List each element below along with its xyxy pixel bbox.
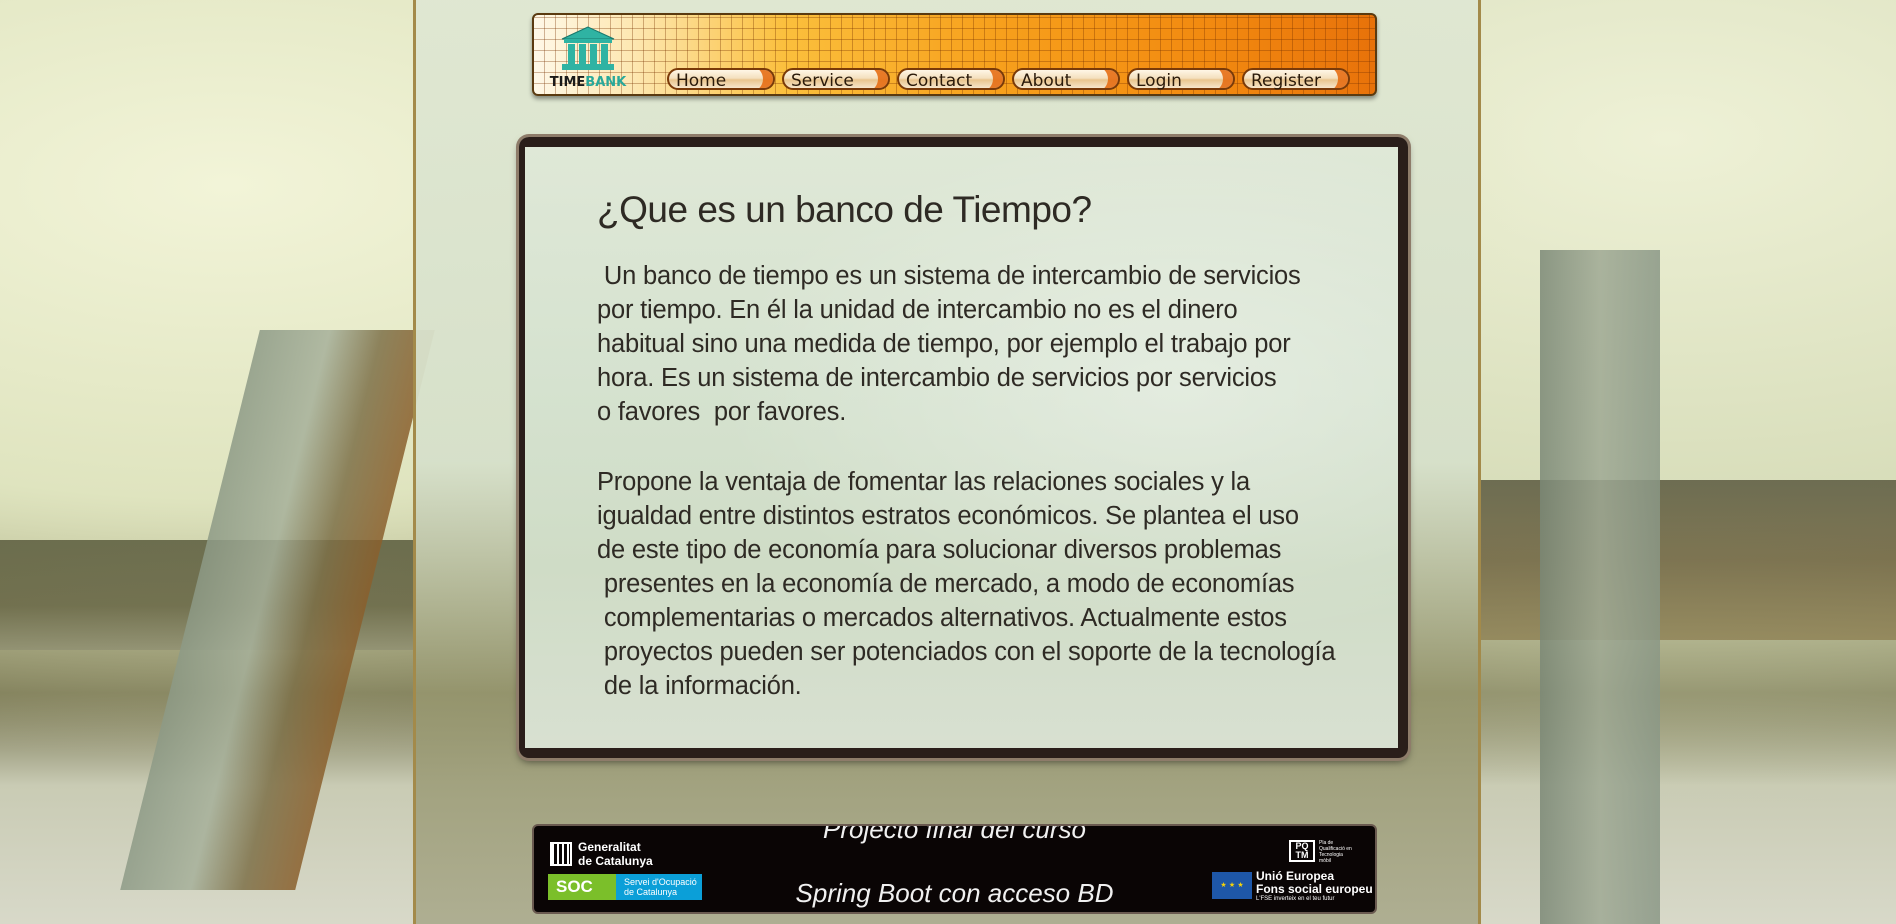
benefits-paragraph: Propone la ventaja de fomentar las relac…	[597, 468, 1336, 700]
pqtm-logo: PQ TM Pla de Qualificació en Tecnologia …	[1289, 840, 1359, 866]
footer: Projecto final del curso Spring Boot con…	[532, 824, 1377, 914]
background-post-right	[1540, 250, 1660, 924]
eu-flag-icon: ★ ★ ★	[1212, 872, 1252, 899]
soc-subtitle: Servei d'Ocupació de Catalunya	[624, 877, 697, 897]
info-card: ¿Que es un banco de Tiempo? Un banco de …	[519, 137, 1408, 758]
timebank-logo[interactable]: TIMEBANK	[548, 21, 628, 91]
page-title: ¿Que es un banco de Tiempo?	[597, 189, 1092, 230]
nav-service-button[interactable]: Service	[782, 68, 890, 91]
nav-about-label: About	[1021, 71, 1072, 91]
pqtm-mark: PQ TM	[1289, 840, 1315, 862]
pqtm-subtitle: Pla de Qualificació en Tecnologia mòbil	[1319, 840, 1352, 864]
soc-label: SOC	[556, 877, 593, 896]
soc-badge: SOC Servei d'Ocupació de Catalunya	[548, 874, 702, 900]
generalitat-emblem-icon	[550, 842, 572, 866]
intro-paragraph: Un banco de tiempo es un sistema de inte…	[597, 262, 1301, 426]
bank-building-icon	[561, 26, 615, 70]
nav-home-label: Home	[676, 71, 727, 91]
generalitat-soc-logo: Generalitat de Catalunya SOC Servei d'Oc…	[548, 840, 704, 900]
nav-login-label: Login	[1136, 71, 1182, 91]
nav-register-label: Register	[1251, 71, 1321, 91]
eu-text: Unió Europea Fons social europeu	[1256, 869, 1373, 896]
main-nav: Home Service Contact About Login Registe…	[667, 68, 1350, 91]
nav-contact-label: Contact	[906, 71, 973, 91]
logo-time-text: TIME	[549, 75, 586, 90]
logo-bank-text: BANK	[585, 75, 627, 90]
nav-home-button[interactable]: Home	[667, 68, 775, 91]
generalitat-name: Generalitat de Catalunya	[578, 840, 653, 868]
eu-fse-logo: ★ ★ ★ Unió Europea Fons social europeu L…	[1212, 869, 1373, 902]
nav-service-label: Service	[791, 71, 854, 91]
header-banner: TIMEBANK Home Service Contact About Logi…	[532, 13, 1377, 96]
nav-about-button[interactable]: About	[1012, 68, 1120, 91]
nav-contact-button[interactable]: Contact	[897, 68, 1005, 91]
nav-register-button[interactable]: Register	[1242, 68, 1350, 91]
nav-login-button[interactable]: Login	[1127, 68, 1235, 91]
eu-slogan: L'FSE inverteix en el teu futur	[1256, 896, 1335, 902]
logo-text: TIMEBANK	[548, 75, 628, 90]
